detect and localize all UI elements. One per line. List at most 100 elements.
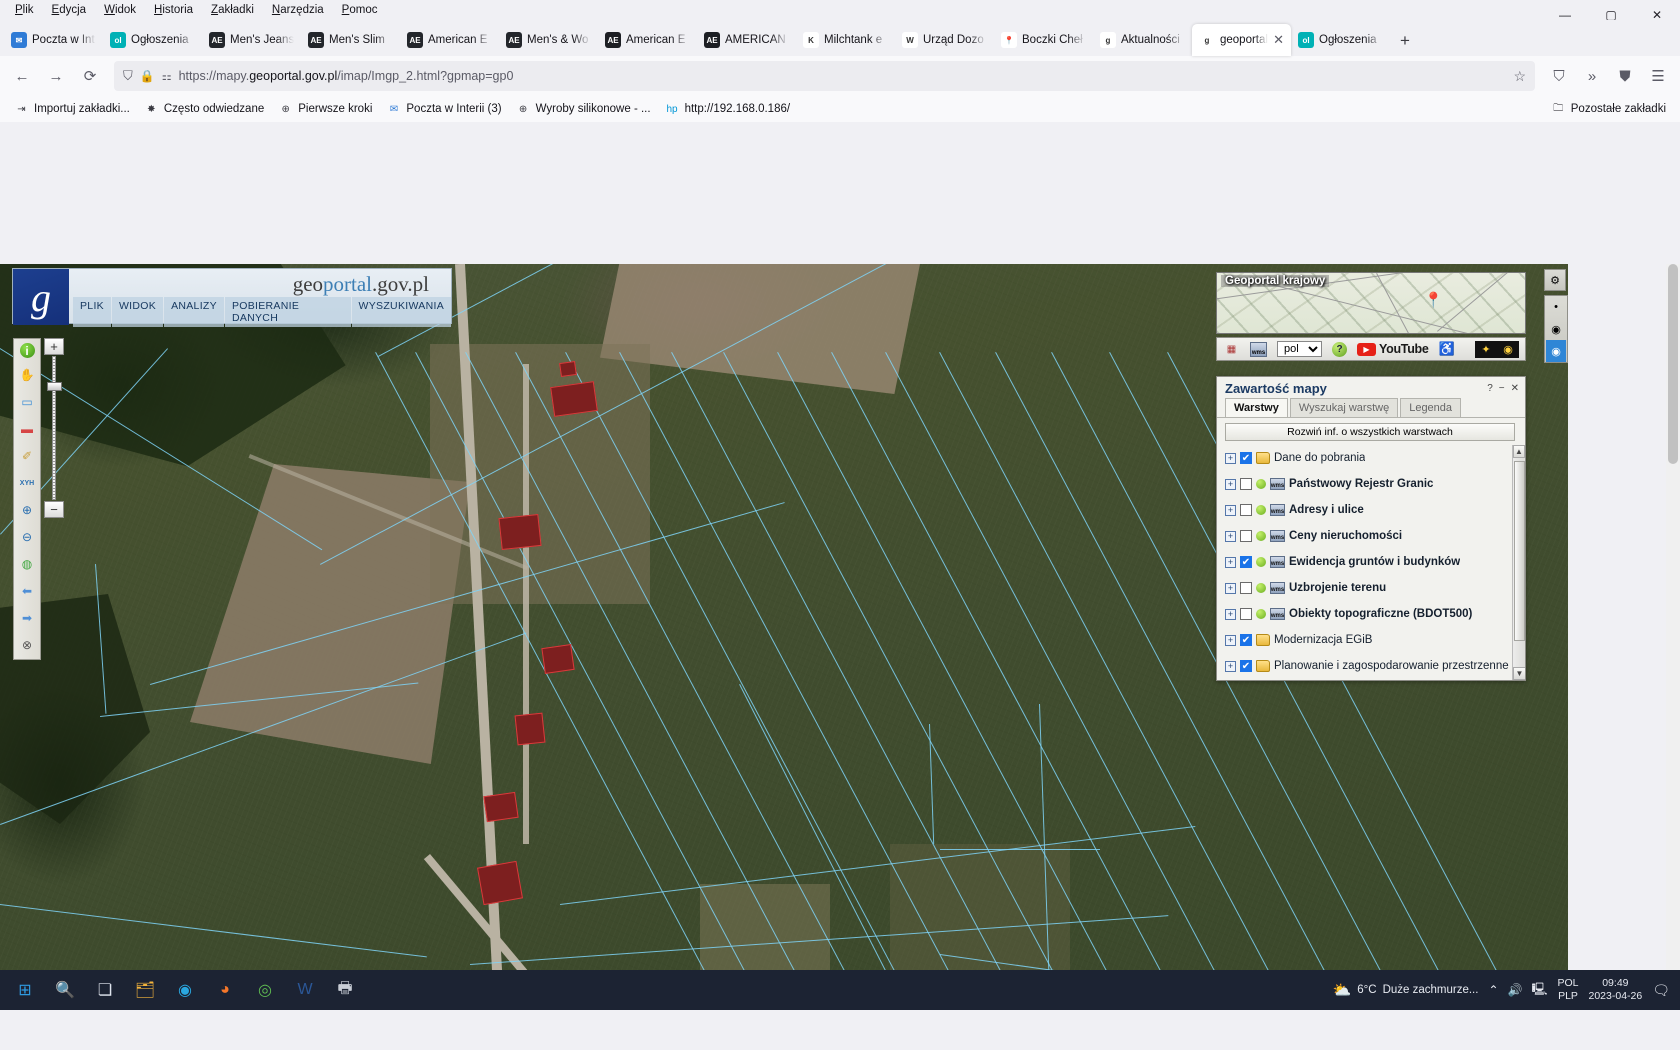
gp-menu-wyszukiwania[interactable]: WYSZUKIWANIA <box>351 297 451 327</box>
layer-checkbox[interactable]: ✔ <box>1240 556 1252 568</box>
page-scrollbar-thumb[interactable] <box>1668 264 1678 464</box>
weather-widget[interactable]: ⛅ 6°C Duże zachmurze... <box>1333 981 1479 999</box>
browser-tab[interactable]: 📍 Boczki Cheł <box>994 24 1093 56</box>
geoportal-logo[interactable]: g <box>13 269 69 325</box>
forward-button[interactable]: → <box>40 61 72 91</box>
panel-tab-warstwy[interactable]: Warstwy <box>1225 398 1288 417</box>
layer-row[interactable]: + ✔ Dane do pobrania <box>1225 445 1525 471</box>
layer-checkbox[interactable] <box>1240 504 1252 516</box>
previous-extent-icon[interactable]: ⬅ <box>17 581 37 601</box>
layer-checkbox[interactable] <box>1240 582 1252 594</box>
eye-icon[interactable]: ◉ <box>1497 341 1519 358</box>
account-icon[interactable]: ⛊ <box>1609 61 1641 91</box>
scroll-up-icon[interactable]: ▲ <box>1513 445 1525 458</box>
grid-icon[interactable]: ▦ <box>1223 342 1240 357</box>
bookmark-star-icon[interactable]: ☆ <box>1513 68 1526 85</box>
layer-checkbox[interactable]: ✔ <box>1240 452 1252 464</box>
panel-close-icon[interactable]: ✕ <box>1511 383 1519 394</box>
expand-plus-icon[interactable]: + <box>1225 452 1236 464</box>
browser-tab[interactable]: AE American E <box>400 24 499 56</box>
bookmark-item[interactable]: hp http://192.168.0.186/ <box>659 99 797 120</box>
zoom-track[interactable] <box>52 356 56 500</box>
menu-pomoc[interactable]: Pomoc <box>333 2 387 18</box>
firefox-icon[interactable]: ◕ <box>208 973 242 1007</box>
full-extent-globe-icon[interactable]: ◍ <box>17 554 37 574</box>
bookmark-item[interactable]: ⊕ Pierwsze kroki <box>272 99 378 120</box>
browser-tab[interactable]: ✉ Poczta w Int <box>4 24 103 56</box>
printer-icon[interactable]: 🖶 <box>328 973 362 1007</box>
address-bar[interactable]: ⛉ 🔒 ⚏ https://mapy.geoportal.gov.pl/imap… <box>114 61 1535 91</box>
layer-checkbox[interactable]: ✔ <box>1240 660 1252 672</box>
zoom-out-button[interactable]: − <box>44 501 64 518</box>
youtube-link[interactable]: ▶ YouTube <box>1357 342 1429 356</box>
layer-row[interactable]: + wms Uzbrojenie terenu <box>1225 575 1525 601</box>
clock[interactable]: 09:49 2023-04-26 <box>1589 977 1643 1003</box>
panel-tab-wyszukaj-warstwę[interactable]: Wyszukaj warstwę <box>1289 398 1399 417</box>
accessibility-icon[interactable]: ♿ <box>1439 341 1456 357</box>
expand-plus-icon[interactable]: + <box>1225 634 1236 646</box>
help-icon[interactable]: ? <box>1332 341 1347 357</box>
hamburger-menu-icon[interactable]: ☰ <box>1642 61 1674 91</box>
expand-plus-icon[interactable]: + <box>1225 582 1236 594</box>
browser-tab[interactable]: AE Men's Slim <box>301 24 400 56</box>
word-icon[interactable]: W <box>288 973 322 1007</box>
next-extent-icon[interactable]: ➡ <box>17 608 37 628</box>
layer-opacity-mid-icon[interactable]: ◉ <box>1546 318 1566 340</box>
zoom-in-icon[interactable]: ⊕ <box>17 500 37 520</box>
clear-icon[interactable]: ⊗ <box>17 635 37 655</box>
settings-gear-icon[interactable]: ⚙ <box>1544 269 1566 291</box>
scroll-down-icon[interactable]: ▼ <box>1513 667 1525 680</box>
pan-hand-icon[interactable]: ✋ <box>17 365 37 385</box>
expand-plus-icon[interactable]: + <box>1225 530 1236 542</box>
expand-plus-icon[interactable]: + <box>1225 478 1236 490</box>
browser-tab[interactable]: W Urząd Dozo <box>895 24 994 56</box>
bookmark-item[interactable]: ⊕ Wyroby silikonowe - ... <box>510 99 657 120</box>
layer-row[interactable]: + ✔ Modernizacja EGiB <box>1225 627 1525 653</box>
layer-row[interactable]: + wms Państwowy Rejestr Granic <box>1225 471 1525 497</box>
layer-checkbox[interactable] <box>1240 530 1252 542</box>
browser-tab[interactable]: AE AMERICAN <box>697 24 796 56</box>
layer-row[interactable]: + ✔ Planowanie i zagospodarowanie przestrz… <box>1225 653 1525 679</box>
bookmark-item[interactable]: ⇥ Importuj zakładki... <box>8 99 136 120</box>
notification-icon[interactable]: 🗨 <box>1652 982 1670 999</box>
page-scrollbar[interactable] <box>1666 264 1680 1010</box>
layer-row[interactable]: + ✔ wms Ewidencja gruntów i budynków <box>1225 549 1525 575</box>
language-indicator[interactable]: POL PLP <box>1557 977 1578 1003</box>
browser-tab[interactable]: ol Ogłoszenia <box>1291 24 1390 56</box>
back-button[interactable]: ← <box>6 61 38 91</box>
expand-plus-icon[interactable]: + <box>1225 660 1236 672</box>
delete-selection-icon[interactable]: ▬ <box>17 419 37 439</box>
file-explorer-icon[interactable]: 🗂 <box>128 973 162 1007</box>
bookmark-item[interactable]: ✸ Często odwiedzane <box>138 99 270 120</box>
edge-icon[interactable]: ◉ <box>168 973 202 1007</box>
browser-tab[interactable]: g Aktualności <box>1093 24 1192 56</box>
zoom-thumb[interactable] <box>47 382 62 391</box>
select-rectangle-icon[interactable]: ▭ <box>17 392 37 412</box>
layer-row[interactable]: + wms Obiekty topograficzne (BDOT500) <box>1225 601 1525 627</box>
panel-minimize-icon[interactable]: − <box>1499 383 1505 394</box>
tab-close-icon[interactable]: ✕ <box>1273 32 1284 48</box>
browser-tab[interactable]: K Milchtank e <box>796 24 895 56</box>
bookmark-item[interactable]: ✉ Poczta w Interii (3) <box>380 99 507 120</box>
other-bookmarks-folder[interactable]: 🗀 Pozostałe zakładki <box>1545 99 1672 120</box>
menu-edycja[interactable]: Edycja <box>43 2 96 18</box>
wms-icon[interactable]: wms <box>1250 341 1267 357</box>
reload-button[interactable]: ⟳ <box>74 61 106 91</box>
contrast-icon[interactable]: ✦ <box>1475 341 1497 358</box>
zoom-in-button[interactable]: + <box>44 338 64 355</box>
menu-historia[interactable]: Historia <box>145 2 202 18</box>
layer-visibility-eye-icon[interactable]: ◉ <box>1546 340 1566 362</box>
browser-tab[interactable]: AE Men's & Wo <box>499 24 598 56</box>
overview-map[interactable]: Geoportal krajowy 📍 <box>1216 272 1526 334</box>
zoom-slider[interactable]: + − <box>44 338 66 518</box>
menu-plik[interactable]: Plik <box>6 2 43 18</box>
info-icon[interactable]: i <box>19 343 35 358</box>
layer-tree-scrollbar[interactable]: ▲ ▼ <box>1512 445 1525 680</box>
save-to-pocket-icon[interactable]: ⛉ <box>1543 61 1575 91</box>
measure-pencil-icon[interactable]: ✐ <box>17 446 37 466</box>
search-icon[interactable]: 🔍 <box>48 973 82 1007</box>
zoom-out-icon[interactable]: ⊖ <box>17 527 37 547</box>
scrollbar-thumb[interactable] <box>1514 461 1525 641</box>
browser-tab[interactable]: ol Ogłoszenia <box>103 24 202 56</box>
layer-opacity-low-icon[interactable]: • <box>1546 296 1566 318</box>
